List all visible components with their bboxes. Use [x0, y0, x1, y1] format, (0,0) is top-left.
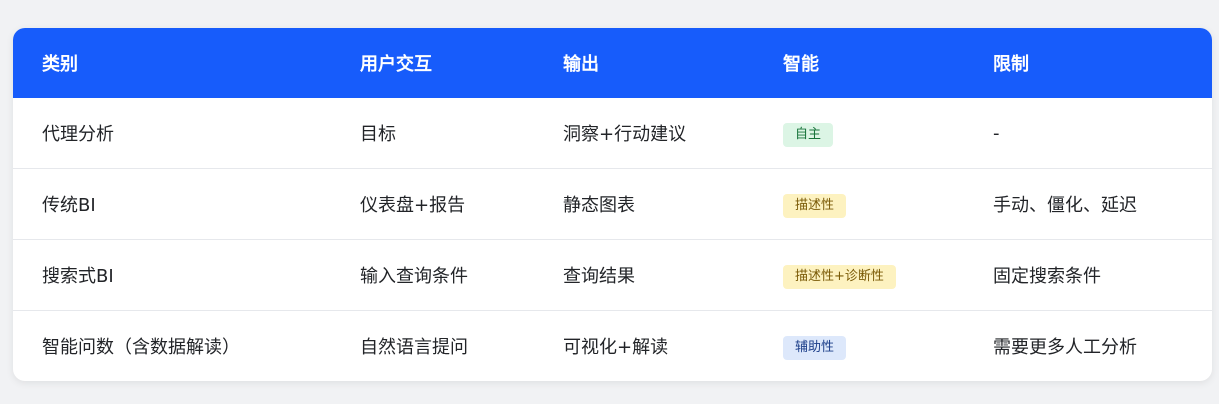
table-row: 搜索式BI 输入查询条件 查询结果 描述性+诊断性 固定搜索条件: [13, 240, 1212, 311]
cell-category: 代理分析: [42, 124, 114, 145]
table-row: 智能问数（含数据解读） 自然语言提问 可视化+解读 辅助性 需要更多人工分析: [13, 311, 1212, 381]
cell-output: 可视化+解读: [563, 337, 669, 358]
cell-limitation: 手动、僵化、延迟: [993, 195, 1137, 216]
cell-intelligence: 辅助性: [783, 332, 847, 360]
cell-output: 洞察+行动建议: [563, 124, 687, 145]
cell-output: 静态图表: [563, 195, 635, 216]
table-header: 类别 用户交互 输出 智能 限制: [13, 28, 1212, 98]
cell-interaction: 仪表盘+报告: [360, 195, 466, 216]
table-row: 传统BI 仪表盘+报告 静态图表 描述性 手动、僵化、延迟: [13, 169, 1212, 240]
header-output: 输出: [563, 54, 599, 75]
cell-interaction: 自然语言提问: [360, 337, 468, 358]
header-intelligence: 智能: [783, 54, 819, 75]
table-row: 代理分析 目标 洞察+行动建议 自主 -: [13, 98, 1212, 169]
comparison-table: 类别 用户交互 输出 智能 限制 代理分析 目标 洞察+行动建议 自主 - 传统…: [13, 28, 1212, 381]
cell-intelligence: 描述性+诊断性: [783, 261, 896, 289]
cell-limitation: 需要更多人工分析: [993, 337, 1137, 358]
cell-limitation: 固定搜索条件: [993, 266, 1101, 287]
cell-intelligence: 自主: [783, 119, 834, 147]
header-category: 类别: [42, 54, 78, 75]
intelligence-badge: 辅助性: [783, 336, 847, 360]
header-interaction: 用户交互: [360, 54, 432, 75]
cell-limitation: -: [993, 122, 1000, 144]
header-limitation: 限制: [993, 54, 1029, 75]
cell-category: 传统BI: [42, 195, 96, 216]
intelligence-badge: 描述性+诊断性: [783, 265, 896, 289]
cell-interaction: 输入查询条件: [360, 266, 468, 287]
intelligence-badge: 自主: [783, 123, 834, 147]
cell-intelligence: 描述性: [783, 190, 847, 218]
cell-category: 智能问数（含数据解读）: [42, 337, 240, 358]
cell-interaction: 目标: [360, 124, 396, 145]
cell-output: 查询结果: [563, 266, 635, 287]
intelligence-badge: 描述性: [783, 194, 847, 218]
cell-category: 搜索式BI: [42, 266, 114, 287]
